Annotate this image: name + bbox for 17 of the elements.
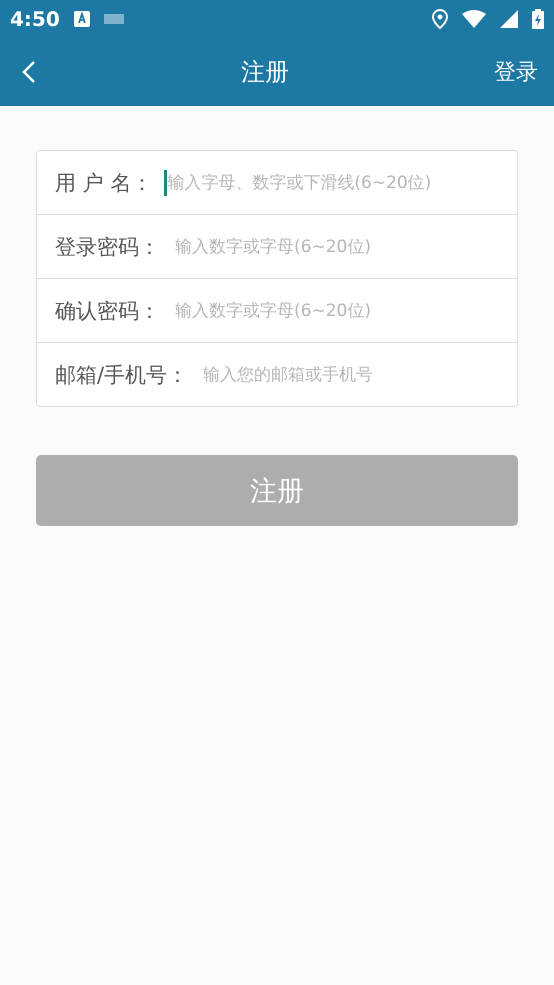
- login-button[interactable]: 登录: [490, 53, 542, 91]
- field-label: 邮箱/手机号：: [55, 362, 188, 388]
- page-title: 注册: [240, 57, 290, 88]
- battery-icon: [532, 9, 544, 29]
- input-field[interactable]: 输入数字或字母(6~20位): [172, 234, 499, 260]
- field-label: 登录密码：: [55, 234, 160, 260]
- field-label: 确认密码：: [55, 298, 160, 324]
- keyboard-icon: [104, 14, 124, 24]
- wifi-icon: [462, 10, 486, 28]
- input-field[interactable]: 输入您的邮箱或手机号: [200, 362, 499, 388]
- status-time: 4:50: [10, 7, 60, 31]
- signal-icon: [500, 10, 518, 28]
- location-icon: [432, 9, 448, 29]
- keyboard-app-icon: [74, 11, 90, 27]
- input-field[interactable]: 输入数字或字母(6~20位): [172, 298, 499, 324]
- field-label: 用 户 名：: [55, 170, 152, 196]
- input-field[interactable]: 输入字母、数字或下滑线(6~20位): [164, 170, 499, 196]
